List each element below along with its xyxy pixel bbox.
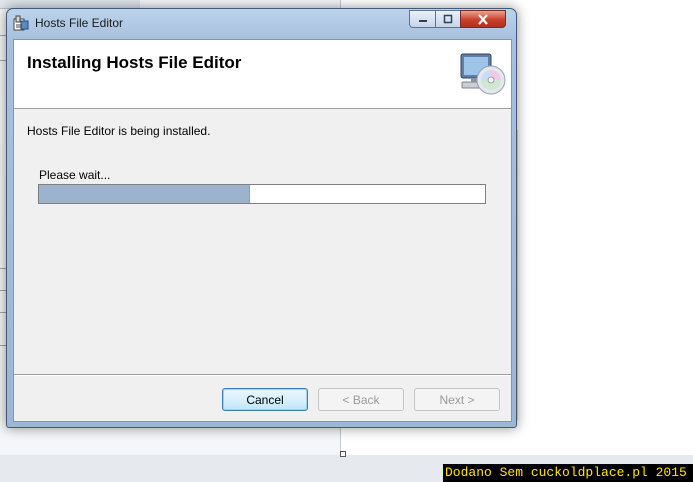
- close-icon: [478, 13, 488, 25]
- watermark-text: Dodano Sem cuckoldplace.pl 2015: [443, 464, 693, 482]
- maximize-button[interactable]: [435, 10, 461, 28]
- close-button[interactable]: [460, 10, 506, 28]
- maximize-icon: [443, 14, 453, 24]
- footer-divider: [14, 374, 511, 376]
- window-title: Hosts File Editor: [35, 16, 124, 30]
- page-title: Installing Hosts File Editor: [27, 53, 242, 72]
- progress-fill: [39, 185, 250, 203]
- installer-app-icon: [13, 15, 29, 31]
- back-button[interactable]: < Back: [318, 388, 404, 411]
- wizard-header: Installing Hosts File Editor: [14, 40, 511, 109]
- please-wait-label: Please wait...: [39, 168, 111, 182]
- computer-disc-icon: [458, 52, 506, 98]
- resize-handle[interactable]: [340, 451, 346, 457]
- dialog-body: Installing Hosts File Editor Hosts File …: [13, 39, 512, 422]
- progress-bar: [38, 184, 486, 204]
- minimize-icon: [418, 20, 427, 22]
- installer-window: Hosts File Editor Installing Hosts File …: [6, 8, 517, 428]
- next-button[interactable]: Next >: [414, 388, 500, 411]
- cancel-button[interactable]: Cancel: [222, 388, 308, 411]
- install-status-text: Hosts File Editor is being installed.: [27, 124, 211, 138]
- minimize-button[interactable]: [409, 10, 436, 28]
- title-bar[interactable]: Hosts File Editor: [7, 9, 516, 39]
